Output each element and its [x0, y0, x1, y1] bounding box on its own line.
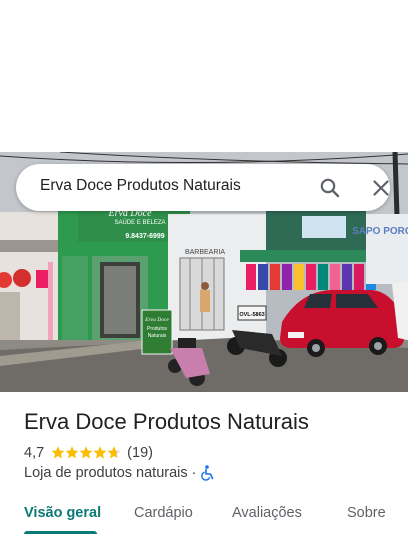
- rating-row[interactable]: 4,7 (19): [24, 444, 153, 462]
- review-count[interactable]: (19): [127, 445, 153, 461]
- close-icon[interactable]: [369, 176, 393, 200]
- star-icon: [51, 446, 65, 459]
- active-tab-indicator: [24, 531, 97, 534]
- star-icon: [93, 446, 107, 459]
- blank-area: [0, 0, 408, 152]
- tab-menu[interactable]: Cardápio: [134, 505, 193, 521]
- tab-overview[interactable]: Visão geral: [24, 505, 101, 521]
- door-sign-line2: Naturais: [148, 333, 167, 339]
- rating-value: 4,7: [24, 445, 45, 461]
- place-category: Loja de produtos naturais: [24, 465, 188, 481]
- right-sign: SAPO PORQU: [352, 226, 408, 237]
- moto-plate: OVL-5863: [239, 312, 264, 318]
- store-sign-phone: 9.8437-6999: [125, 233, 164, 240]
- star-icon: [65, 446, 79, 459]
- place-title: Erva Doce Produtos Naturais: [24, 409, 309, 434]
- star-icon: [107, 446, 121, 459]
- tab-bar: Visão geral Cardápio Avaliações Sobre: [0, 496, 408, 544]
- search-icon[interactable]: [318, 176, 342, 200]
- search-query[interactable]: Erva Doce Produtos Naturais: [40, 177, 241, 195]
- door-sign-brand: Erva Doce: [144, 317, 169, 323]
- category-row: Loja de produtos naturais ·: [24, 464, 215, 482]
- store-sign-sub: SAÚDE E BELEZA: [114, 219, 165, 226]
- neighbor-sign: BARBEARIA: [185, 249, 225, 256]
- star-icon: [79, 446, 93, 459]
- category-separator: ·: [191, 465, 197, 481]
- tab-reviews[interactable]: Avaliações: [232, 505, 302, 521]
- door-sign-line1: Produtos: [147, 326, 168, 332]
- wheelchair-icon: [200, 465, 215, 481]
- search-bar[interactable]: Erva Doce Produtos Naturais: [16, 164, 390, 211]
- star-rating: [51, 446, 121, 460]
- tab-about[interactable]: Sobre: [347, 505, 386, 521]
